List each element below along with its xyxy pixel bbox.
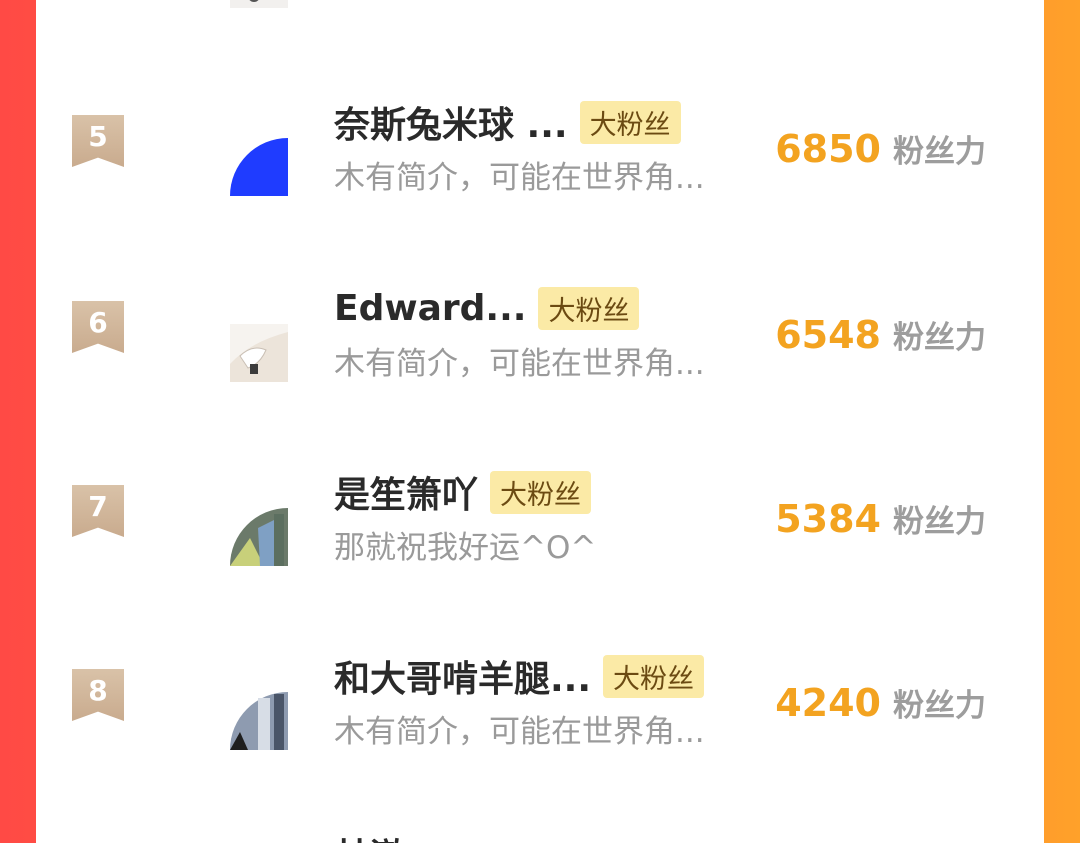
user-name[interactable]: 和大哥啃羊腿... (334, 650, 591, 702)
avatar[interactable] (230, 138, 288, 196)
avatar[interactable] (230, 0, 288, 8)
ranking-row[interactable]: 5 奈斯兔米球 ... 大粉丝 木有简介，可能在世界角... 6850 粉丝力 (36, 80, 1044, 230)
fan-power-value: 5384 (775, 497, 881, 541)
fan-power-value: 6850 (775, 127, 881, 171)
fan-power: 6850 粉丝力 (775, 126, 986, 171)
avatar[interactable] (230, 324, 288, 382)
user-name[interactable]: 奈斯兔米球 ... (334, 96, 568, 148)
fan-power-unit: 粉丝力 (893, 134, 986, 170)
avatar[interactable] (230, 508, 288, 566)
fan-ranking-card: 5 奈斯兔米球 ... 大粉丝 木有简介，可能在世界角... 6850 粉丝力 … (36, 0, 1044, 843)
fan-power: 5384 粉丝力 (775, 496, 986, 541)
fan-level-badge: 大粉丝 (603, 654, 705, 698)
fan-level-badge: 大粉丝 (538, 286, 640, 330)
user-name[interactable]: 林澈 (334, 828, 406, 843)
user-bio: 那就祝我好运^O^ (334, 530, 597, 566)
fan-power-unit: 粉丝力 (893, 320, 986, 356)
fan-power-value: 4240 (775, 681, 881, 725)
fan-level-badge: 大粉丝 (579, 100, 681, 144)
fan-power-unit: 粉丝力 (893, 688, 986, 724)
ranking-row[interactable]: 6 Edward... 大粉丝 木有简介，可能在世界角... 6548 粉丝力 (36, 266, 1044, 416)
avatar[interactable] (230, 692, 288, 750)
ranking-row[interactable]: 7 是笙箫吖 大粉丝 那就祝我好运^O^ 5384 粉丝力 (36, 450, 1044, 600)
rank-ribbon: 5 (72, 115, 124, 167)
ranking-row-partial[interactable]: 林澈 (334, 828, 406, 843)
rank-ribbon: 6 (72, 301, 124, 353)
fan-power: 4240 粉丝力 (775, 680, 986, 725)
user-bio: 木有简介，可能在世界角... (334, 714, 705, 750)
rank-ribbon: 8 (72, 669, 124, 721)
fan-power-unit: 粉丝力 (893, 504, 986, 540)
fan-level-badge: 大粉丝 (490, 470, 592, 514)
user-name[interactable]: 是笙箫吖 (334, 466, 478, 518)
fan-power: 6548 粉丝力 (775, 312, 986, 357)
user-bio: 木有简介，可能在世界角... (334, 160, 705, 196)
user-name[interactable]: Edward... (334, 288, 526, 329)
rank-ribbon: 7 (72, 485, 124, 537)
user-bio: 木有简介，可能在世界角... (334, 346, 705, 382)
ranking-row[interactable]: 8 和大哥啃羊腿... 大粉丝 木有简介，可能在世界角... 4240 粉丝力 (36, 634, 1044, 784)
fan-power-value: 6548 (775, 313, 881, 357)
